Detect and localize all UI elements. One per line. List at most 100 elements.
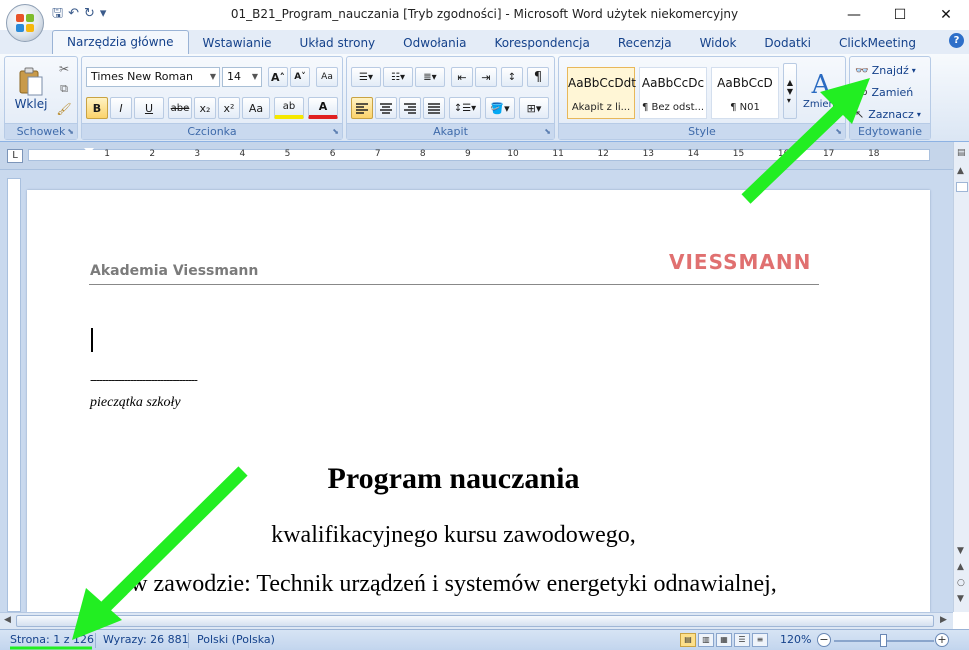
grow-font-button[interactable]: A˄ [268, 67, 288, 87]
replace-button[interactable]: ab Zamień [854, 82, 928, 102]
font-family-combo[interactable]: Times New Roman ▼ [86, 67, 220, 87]
styles-group-label: Style [559, 123, 845, 139]
tab-review[interactable]: Recenzja [604, 32, 686, 54]
full-screen-reading-icon[interactable]: ▥ [698, 633, 714, 647]
ruler-number: 16 [777, 149, 790, 159]
page-counter[interactable]: Strona: 1 z 126 [10, 633, 94, 646]
zoom-slider-handle[interactable] [880, 634, 887, 647]
style-list-paragraph[interactable]: AaBbCcDdt Akapit z li... [567, 67, 636, 119]
horizontal-ruler[interactable]: L 1 2 3 4 5 6 7 8 9 10 11 12 13 14 15 16 17 18 [0, 142, 953, 170]
copy-icon[interactable]: ⧉ [55, 81, 73, 97]
align-right-icon [404, 103, 416, 114]
vertical-scrollbar[interactable]: ▤ ▲ ▼ ▲ ○ ▼ [953, 142, 969, 612]
horizontal-scroll-thumb[interactable] [16, 615, 934, 627]
office-button[interactable] [6, 4, 44, 42]
styles-launcher-icon[interactable]: ⬊ [835, 127, 842, 136]
ruler-number: 5 [284, 149, 291, 159]
style-n01[interactable]: AaBbCcD ¶ N01 [711, 67, 779, 119]
decrease-indent-button[interactable]: ⇤ [451, 67, 473, 87]
print-layout-icon[interactable]: ▤ [680, 633, 696, 647]
strikethrough-button[interactable]: abe [168, 97, 192, 119]
ruler-number: 12 [597, 149, 609, 159]
font-launcher-icon[interactable]: ⬊ [332, 127, 339, 136]
select-button[interactable]: ↖ Zaznacz ▾ [854, 104, 928, 124]
superscript-button[interactable]: x² [218, 97, 240, 119]
scroll-thumb[interactable] [956, 182, 968, 192]
tab-insert[interactable]: Wstawianie [189, 32, 286, 54]
borders-button[interactable]: ⊞▾ [519, 97, 549, 119]
subscript-button[interactable]: x₂ [194, 97, 216, 119]
zoom-out-button[interactable]: − [817, 633, 831, 647]
paste-icon [19, 67, 43, 96]
change-styles-label: Zmień style [803, 98, 839, 110]
customize-qat-icon[interactable]: ▾ [100, 6, 107, 22]
clear-formatting-button[interactable]: Aa [316, 67, 338, 87]
change-case-button[interactable]: Aa [242, 97, 270, 119]
tab-clickmeeting[interactable]: ClickMeeting [825, 32, 930, 54]
line-spacing-button[interactable]: ↕☰▾ [449, 97, 481, 119]
scroll-left-icon[interactable]: ◀ [4, 615, 11, 625]
web-layout-icon[interactable]: ▦ [716, 633, 732, 647]
redo-icon[interactable]: ↻ [84, 6, 95, 22]
binoculars-icon: 👓 [855, 63, 869, 77]
next-page-icon[interactable]: ▼ [957, 594, 964, 604]
justify-button[interactable] [423, 97, 445, 119]
tab-home[interactable]: Narzędzia główne [52, 30, 189, 54]
style-no-spacing[interactable]: AaBbCcDc ¶ Bez odst... [639, 67, 707, 119]
format-painter-icon[interactable]: 🖌 [55, 101, 73, 117]
numbering-button[interactable]: ☷▾ [383, 67, 413, 87]
scroll-down-icon[interactable]: ▼ [957, 546, 964, 556]
scroll-up-icon[interactable]: ▲ [957, 166, 964, 176]
draft-icon[interactable]: ≡ [752, 633, 768, 647]
paragraph-launcher-icon[interactable]: ⬊ [544, 127, 551, 136]
tab-view[interactable]: Widok [686, 32, 751, 54]
tab-references[interactable]: Odwołania [389, 32, 480, 54]
zoom-level[interactable]: 120% [780, 633, 811, 646]
tab-page-layout[interactable]: Układ strony [286, 32, 390, 54]
language-indicator[interactable]: Polski (Polska) [197, 633, 275, 646]
undo-icon[interactable]: ↶ [68, 6, 79, 22]
ruler-toggle-icon[interactable]: ▤ [957, 148, 966, 158]
italic-button[interactable]: I [110, 97, 132, 119]
browse-object-icon[interactable]: ○ [957, 578, 965, 588]
minimize-button[interactable]: — [831, 0, 877, 30]
bullets-button[interactable]: ☰▾ [351, 67, 381, 87]
shading-button[interactable]: 🪣▾ [485, 97, 515, 119]
tab-mailings[interactable]: Korespondencja [480, 32, 603, 54]
help-icon[interactable]: ? [949, 33, 964, 48]
zoom-in-button[interactable]: + [935, 633, 949, 647]
find-button[interactable]: 👓 Znajdź ▾ [854, 60, 928, 80]
outline-icon[interactable]: ☰ [734, 633, 750, 647]
align-center-button[interactable] [375, 97, 397, 119]
font-color-button[interactable]: A [308, 97, 338, 119]
align-right-button[interactable] [399, 97, 421, 119]
bold-button[interactable]: B [86, 97, 108, 119]
highlight-button[interactable]: ab [274, 97, 304, 119]
close-button[interactable]: ✕ [923, 0, 969, 30]
underline-button[interactable]: U [134, 97, 164, 119]
first-line-indent-handle[interactable] [84, 148, 94, 154]
tab-addins[interactable]: Dodatki [750, 32, 825, 54]
tab-selector-button[interactable]: L [7, 149, 23, 163]
vertical-ruler[interactable] [7, 178, 21, 612]
status-bar: Strona: 1 z 126 Wyrazy: 26 881 Polski (P… [0, 629, 969, 650]
align-left-button[interactable] [351, 97, 373, 119]
show-marks-button[interactable]: ¶ [527, 67, 549, 87]
clipboard-launcher-icon[interactable]: ⬊ [67, 127, 74, 136]
horizontal-scrollbar[interactable]: ◀ ▶ [0, 612, 953, 629]
previous-page-icon[interactable]: ▲ [957, 562, 964, 572]
scroll-right-icon[interactable]: ▶ [940, 615, 947, 625]
cut-icon[interactable]: ✂ [55, 61, 73, 77]
increase-indent-button[interactable]: ⇥ [475, 67, 497, 87]
document-page[interactable]: Akademia Viessmann VIESSMANN -----------… [27, 190, 930, 612]
sort-button[interactable]: ↕ [501, 67, 523, 87]
font-size-combo[interactable]: 14 ▼ [222, 67, 262, 87]
save-icon[interactable]: 🖫 [52, 6, 63, 22]
shrink-font-button[interactable]: A˅ [290, 67, 310, 87]
multilevel-list-button[interactable]: ≣▾ [415, 67, 445, 87]
paste-button[interactable]: Wklej [11, 61, 51, 117]
maximize-button[interactable]: ☐ [877, 0, 923, 30]
word-count[interactable]: Wyrazy: 26 881 [103, 633, 189, 646]
change-styles-button[interactable]: A Zmień style [801, 61, 841, 119]
styles-scroll-button[interactable]: ▲ ▼ ▾ [783, 63, 797, 119]
